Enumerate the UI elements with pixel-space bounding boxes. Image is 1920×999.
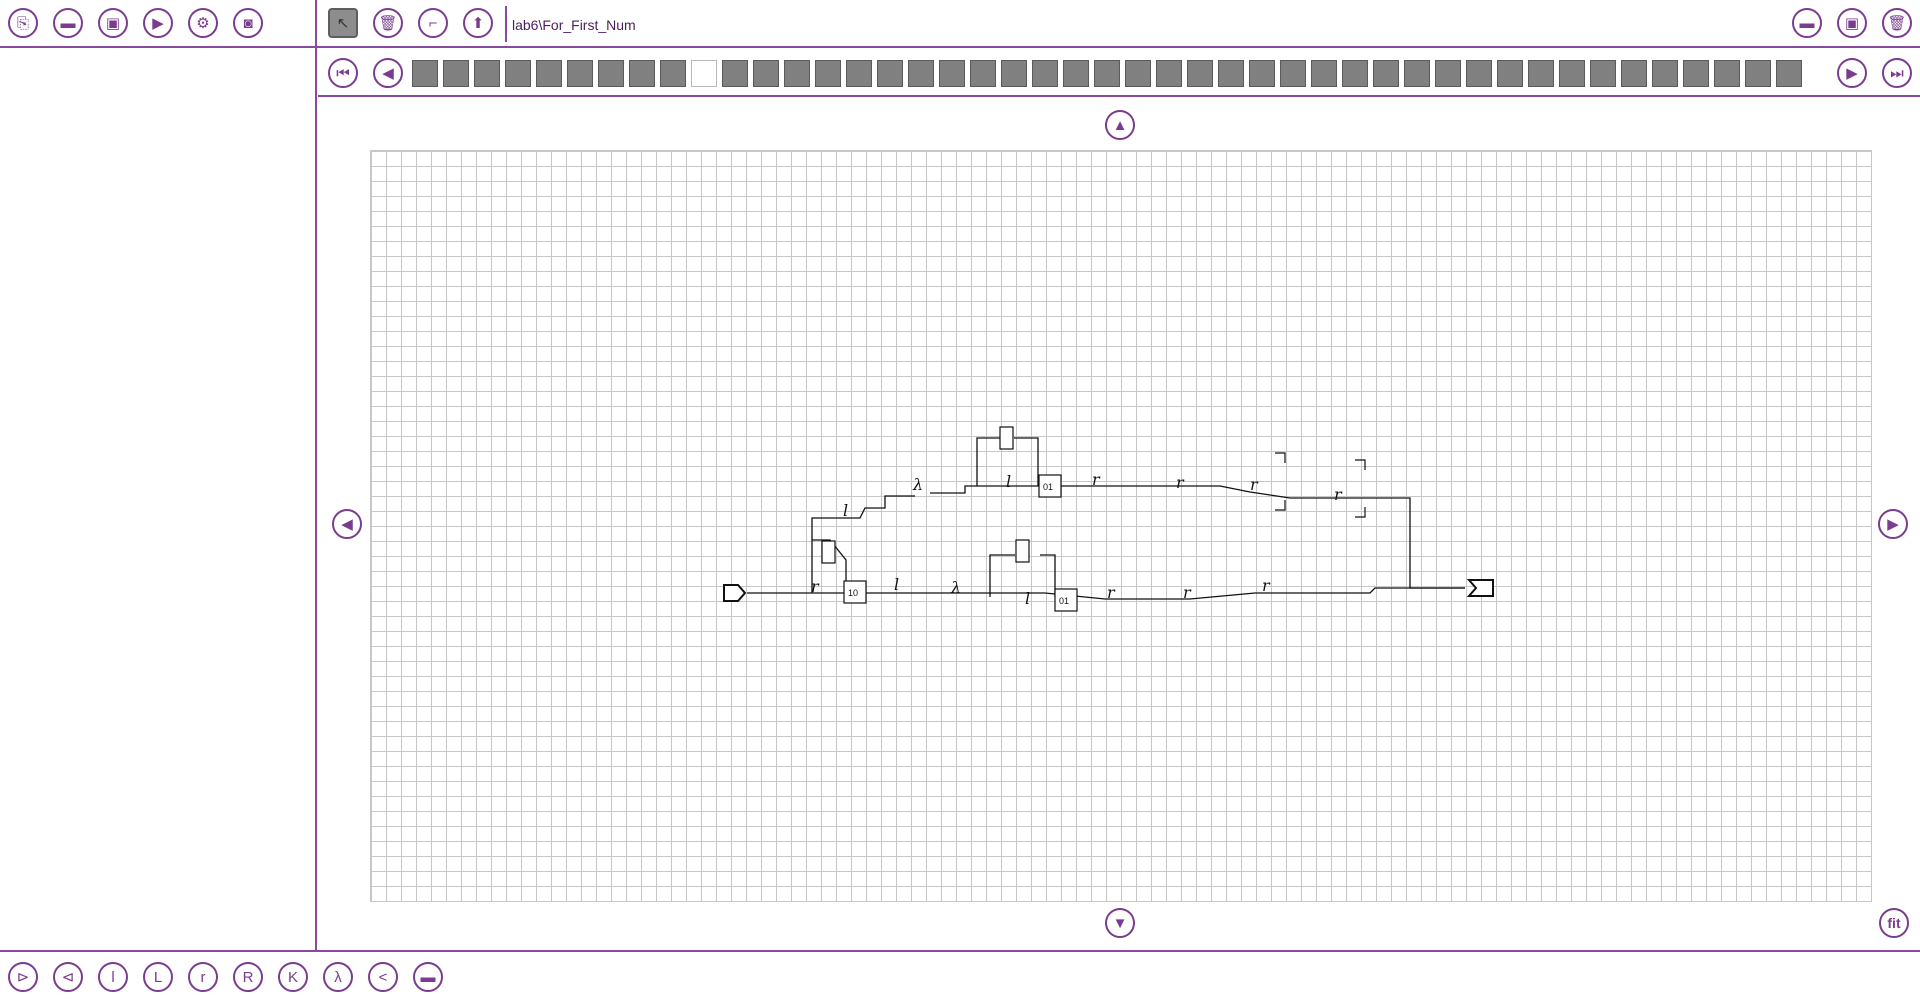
r-element: r xyxy=(1092,470,1101,489)
input-node-button[interactable]: ⊳ xyxy=(8,962,38,992)
box-01-label: 01 xyxy=(1059,596,1069,606)
box-01-label: 01 xyxy=(1043,482,1053,492)
r-element: r xyxy=(1183,583,1192,602)
output-node xyxy=(1466,579,1494,597)
l-element: l xyxy=(1025,589,1030,608)
rr-element: r xyxy=(1262,576,1271,595)
lambda-button[interactable]: λ xyxy=(323,962,353,992)
rr-element: r xyxy=(1250,475,1259,494)
l-element: l xyxy=(1006,472,1011,491)
k-upper-icon: K xyxy=(287,968,298,986)
lambda-element: λ xyxy=(912,475,923,494)
r-element: r xyxy=(1334,485,1343,504)
l-element: l xyxy=(894,575,899,594)
lambda-element: λ xyxy=(950,578,961,597)
input-node-icon: ⊳ xyxy=(16,969,30,986)
lambda-icon: λ xyxy=(334,968,342,986)
l-element: l xyxy=(843,501,848,520)
k-upper-button[interactable]: K xyxy=(278,962,308,992)
gate-box xyxy=(1015,539,1030,563)
r-small-button[interactable]: r xyxy=(188,962,218,992)
share-button[interactable]: < xyxy=(368,962,398,992)
r-element: r xyxy=(1107,583,1116,602)
share-icon: < xyxy=(378,968,388,986)
gate-box xyxy=(999,426,1014,450)
output-node-button[interactable]: ⊲ xyxy=(53,962,83,992)
automaton-diagram: 10 01 01 r l λ l r r r l λ l r r r r xyxy=(723,426,1494,612)
l-small-button[interactable]: l xyxy=(98,962,128,992)
l-upper-icon: L xyxy=(153,968,163,986)
gate-box xyxy=(821,540,836,564)
folder-icon: ▬ xyxy=(420,968,436,986)
r-upper-icon: R xyxy=(242,968,254,986)
l-small-icon: l xyxy=(111,968,115,986)
r-element: r xyxy=(811,577,820,596)
folder-button[interactable]: ▬ xyxy=(413,962,443,992)
r-element: r xyxy=(1176,473,1185,492)
r-small-icon: r xyxy=(200,968,206,986)
box-10-label: 10 xyxy=(848,588,858,598)
l-upper-button[interactable]: L xyxy=(143,962,173,992)
output-node-icon: ⊲ xyxy=(61,969,75,986)
r-upper-button[interactable]: R xyxy=(233,962,263,992)
input-node xyxy=(723,584,747,602)
